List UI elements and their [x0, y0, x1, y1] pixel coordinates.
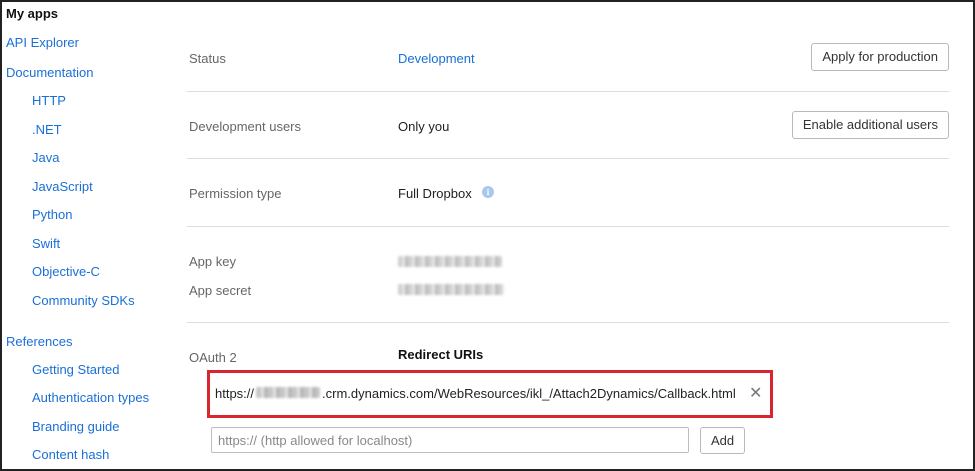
- redirect-uri-highlight: https:// .crm.dynamics.com/WebResources/…: [207, 370, 773, 418]
- sidebar: My apps API Explorer Documentation HTTP …: [2, 2, 172, 469]
- sidebar-item-http[interactable]: HTTP: [32, 93, 66, 108]
- status-label: Status: [189, 51, 226, 66]
- app-settings-panel: Status Development Apply for production …: [187, 2, 967, 469]
- sidebar-item-java[interactable]: Java: [32, 150, 59, 165]
- enable-additional-users-button[interactable]: Enable additional users: [791, 111, 949, 139]
- redirect-uri-prefix: https://: [215, 386, 255, 401]
- sidebar-item-branding-guide[interactable]: Branding guide: [32, 419, 119, 434]
- sidebar-item-python[interactable]: Python: [32, 207, 72, 222]
- redirect-uri-redacted-host: [256, 387, 320, 398]
- app-secret-label: App secret: [189, 283, 252, 298]
- row-divider: [187, 158, 949, 159]
- sidebar-item-documentation[interactable]: Documentation: [6, 65, 93, 80]
- development-users-label: Development users: [189, 119, 301, 134]
- redirect-uris-heading: Redirect URIs: [398, 347, 484, 362]
- status-value-link[interactable]: Development: [398, 51, 475, 66]
- sidebar-item-references[interactable]: References: [6, 334, 72, 349]
- sidebar-item-api-explorer[interactable]: API Explorer: [6, 35, 79, 50]
- sidebar-item-community-sdks[interactable]: Community SDKs: [32, 293, 135, 308]
- apply-for-production-button[interactable]: Apply for production: [811, 43, 949, 71]
- sidebar-item-objective-c[interactable]: Objective-C: [32, 264, 100, 279]
- row-divider: [187, 91, 949, 92]
- sidebar-item-getting-started[interactable]: Getting Started: [32, 362, 119, 377]
- sidebar-item-dotnet[interactable]: .NET: [32, 122, 62, 137]
- sidebar-item-javascript[interactable]: JavaScript: [32, 179, 93, 194]
- permission-type-value: Full Dropbox: [398, 186, 472, 201]
- sidebar-heading: My apps: [6, 6, 59, 21]
- sidebar-item-authentication-types[interactable]: Authentication types: [32, 390, 149, 405]
- row-divider: [187, 322, 949, 323]
- remove-uri-close-icon[interactable]: ✕: [749, 383, 762, 403]
- sidebar-item-swift[interactable]: Swift: [32, 236, 60, 251]
- info-icon[interactable]: i: [482, 186, 494, 198]
- oauth2-label: OAuth 2: [189, 350, 237, 365]
- app-secret-value-redacted: [398, 284, 504, 295]
- development-users-value: Only you: [398, 119, 450, 134]
- app-console-window: My apps API Explorer Documentation HTTP …: [0, 0, 975, 471]
- redirect-uri-path: .crm.dynamics.com/WebResources/ikl_/Atta…: [322, 386, 736, 401]
- sidebar-item-content-hash[interactable]: Content hash: [32, 447, 109, 462]
- redirect-uri-item: https:// .crm.dynamics.com/WebResources/…: [215, 381, 765, 407]
- redirect-uri-input[interactable]: [211, 427, 689, 453]
- permission-type-label: Permission type: [189, 186, 282, 201]
- add-uri-button[interactable]: Add: [700, 427, 746, 454]
- app-key-label: App key: [189, 254, 236, 269]
- row-divider: [187, 226, 949, 227]
- app-key-value-redacted: [398, 256, 502, 267]
